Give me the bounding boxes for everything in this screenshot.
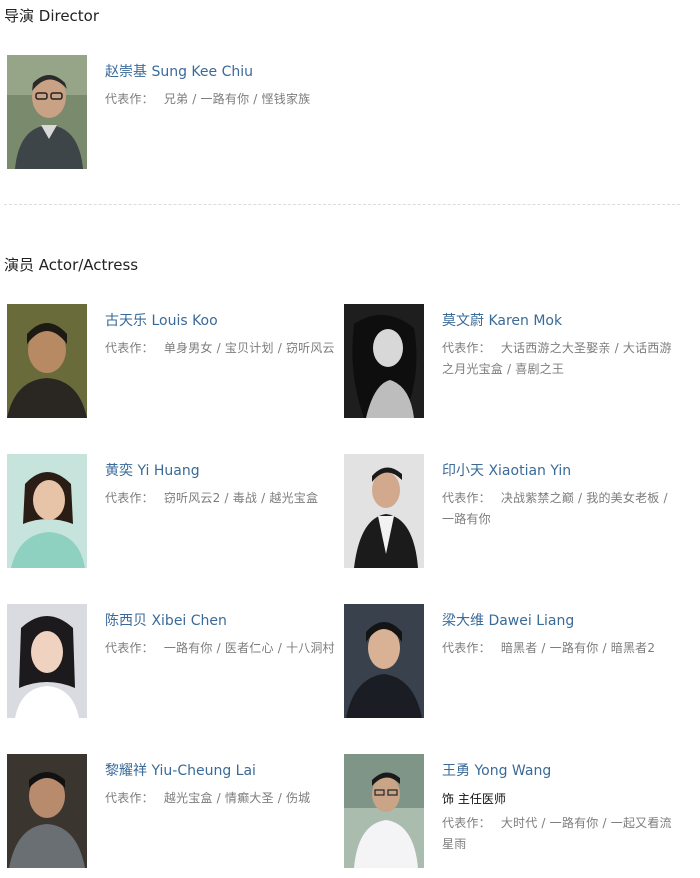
actor-photo[interactable] — [7, 604, 87, 718]
actor-card: 王勇 Yong Wang 饰 主任医师 代表作： 大时代 / 一路有你 / 一起又… — [344, 754, 680, 870]
works-label: 代表作： — [442, 816, 491, 830]
actor-photo[interactable] — [7, 754, 87, 868]
director-name-link[interactable]: 赵崇基 Sung Kee Chiu — [105, 63, 343, 81]
actor-photo[interactable] — [7, 454, 87, 568]
works-list: 兄弟 / 一路有你 / 悭钱家族 — [163, 92, 311, 106]
works-list: 越光宝盒 / 情癫大圣 / 伤城 — [163, 791, 311, 805]
actor-photo[interactable] — [344, 454, 424, 568]
section-divider — [4, 204, 680, 205]
actor-role: 饰 主任医师 — [442, 792, 506, 806]
actor-card: 陈西贝 Xibei Chen 代表作： 一路有你 / 医者仁心 / 十八洞村 — [7, 604, 343, 720]
works-label: 代表作： — [105, 491, 154, 505]
actor-works: 代表作： 单身男女 / 宝贝计划 / 窃听风云 — [105, 338, 343, 359]
works-label: 代表作： — [105, 92, 154, 106]
actor-works: 代表作： 大时代 / 一路有你 / 一起又看流星雨 — [442, 813, 680, 855]
director-card: 赵崇基 Sung Kee Chiu 代表作： 兄弟 / 一路有你 / 悭钱家族 — [7, 55, 343, 171]
actor-photo[interactable] — [344, 304, 424, 418]
works-label: 代表作： — [105, 641, 154, 655]
actor-card: 黄奕 Yi Huang 代表作： 窃听风云2 / 毒战 / 越光宝盒 — [7, 454, 343, 570]
actor-works: 代表作： 窃听风云2 / 毒战 / 越光宝盒 — [105, 488, 343, 509]
actor-name-link[interactable]: 黄奕 Yi Huang — [105, 462, 343, 480]
actor-works: 代表作： 越光宝盒 / 情癫大圣 / 伤城 — [105, 788, 343, 809]
actor-name-link[interactable]: 印小天 Xiaotian Yin — [442, 462, 680, 480]
actor-name-link[interactable]: 梁大维 Dawei Liang — [442, 612, 680, 630]
actor-photo[interactable] — [344, 754, 424, 868]
director-works: 代表作： 兄弟 / 一路有你 / 悭钱家族 — [105, 89, 343, 110]
actor-section-title: 演员 Actor/Actress — [4, 256, 139, 274]
actor-card: 梁大维 Dawei Liang 代表作： 暗黑者 / 一路有你 / 暗黑者2 — [344, 604, 680, 720]
actor-name-link[interactable]: 莫文蔚 Karen Mok — [442, 312, 680, 330]
works-label: 代表作： — [442, 641, 491, 655]
actor-works: 代表作： 决战紫禁之巅 / 我的美女老板 / 一路有你 — [442, 488, 680, 530]
director-photo[interactable] — [7, 55, 87, 169]
works-list: 单身男女 / 宝贝计划 / 窃听风云 — [163, 341, 335, 355]
actor-works: 代表作： 一路有你 / 医者仁心 / 十八洞村 — [105, 638, 343, 659]
actor-photo[interactable] — [344, 604, 424, 718]
actor-works: 代表作： 大话西游之大圣娶亲 / 大话西游之月光宝盒 / 喜剧之王 — [442, 338, 680, 380]
actor-name-link[interactable]: 古天乐 Louis Koo — [105, 312, 343, 330]
actor-card: 黎耀祥 Yiu-Cheung Lai 代表作： 越光宝盒 / 情癫大圣 / 伤城 — [7, 754, 343, 870]
actor-card: 古天乐 Louis Koo 代表作： 单身男女 / 宝贝计划 / 窃听风云 — [7, 304, 343, 420]
works-list: 暗黑者 / 一路有你 / 暗黑者2 — [500, 641, 656, 655]
works-label: 代表作： — [442, 491, 491, 505]
actor-name-link[interactable]: 王勇 Yong Wang — [442, 762, 680, 780]
actor-card: 莫文蔚 Karen Mok 代表作： 大话西游之大圣娶亲 / 大话西游之月光宝盒 … — [344, 304, 680, 420]
works-list: 窃听风云2 / 毒战 / 越光宝盒 — [163, 491, 319, 505]
actor-name-link[interactable]: 黎耀祥 Yiu-Cheung Lai — [105, 762, 343, 780]
works-label: 代表作： — [442, 341, 491, 355]
actor-photo[interactable] — [7, 304, 87, 418]
actor-card: 印小天 Xiaotian Yin 代表作： 决战紫禁之巅 / 我的美女老板 / 一… — [344, 454, 680, 570]
director-section-title: 导演 Director — [4, 7, 100, 25]
works-label: 代表作： — [105, 341, 154, 355]
actor-works: 代表作： 暗黑者 / 一路有你 / 暗黑者2 — [442, 638, 680, 659]
actor-name-link[interactable]: 陈西贝 Xibei Chen — [105, 612, 343, 630]
works-label: 代表作： — [105, 791, 154, 805]
works-list: 一路有你 / 医者仁心 / 十八洞村 — [163, 641, 335, 655]
